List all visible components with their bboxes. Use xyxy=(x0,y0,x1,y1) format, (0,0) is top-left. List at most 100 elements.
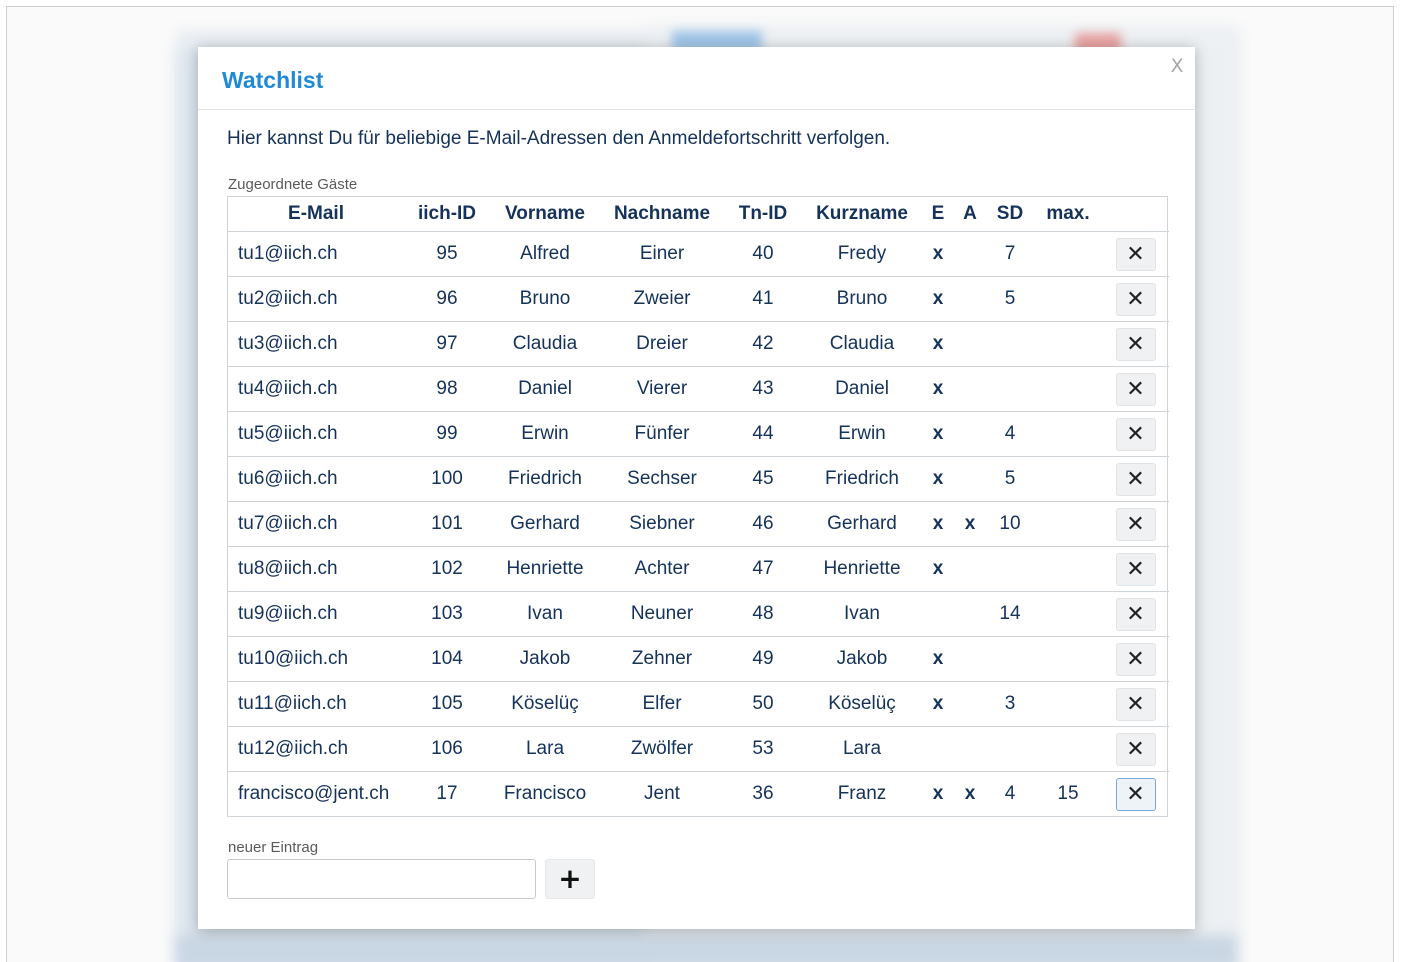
remove-row-button[interactable]: ✕ xyxy=(1115,327,1156,361)
assigned-guests-label: Zugeordnete Gäste xyxy=(228,176,358,193)
remove-row-button[interactable]: ✕ xyxy=(1115,777,1156,811)
table-row: tu8@iich.ch 102 Henriette Achter 47 Henriette… xyxy=(228,546,1169,592)
cell-actions: ✕ xyxy=(1102,546,1169,592)
cell-email: tu1@iich.ch xyxy=(228,231,404,277)
cell-iich-id: 106 xyxy=(404,726,490,772)
cell-vorname: Erwin xyxy=(490,411,600,457)
cell-email: tu7@iich.ch xyxy=(228,501,404,547)
cell-tn-id: 45 xyxy=(724,456,802,502)
cell-nachname: Sechser xyxy=(600,456,724,502)
cell-actions: ✕ xyxy=(1102,636,1169,682)
cell-a-flag: x xyxy=(964,783,976,804)
remove-row-button[interactable]: ✕ xyxy=(1115,372,1156,406)
cell-kurzname: Köselüç xyxy=(802,681,922,727)
remove-row-button[interactable]: ✕ xyxy=(1115,597,1156,631)
cell-sd: 5 xyxy=(986,456,1034,502)
cell-kurzname: Claudia xyxy=(802,321,922,367)
cell-tn-id: 43 xyxy=(724,366,802,412)
header-max: max. xyxy=(1034,197,1102,232)
new-entry-input[interactable] xyxy=(227,859,536,899)
cell-actions: ✕ xyxy=(1102,231,1169,277)
cell-sd xyxy=(986,366,1034,412)
cell-a-flag xyxy=(954,681,986,727)
cell-sd: 3 xyxy=(986,681,1034,727)
cell-nachname: Vierer xyxy=(600,366,724,412)
remove-row-button[interactable]: ✕ xyxy=(1115,282,1156,316)
cell-vorname: Ivan xyxy=(490,591,600,637)
dialog-title: Watchlist xyxy=(222,67,324,93)
add-entry-button[interactable]: + xyxy=(545,859,595,899)
cell-tn-id: 49 xyxy=(724,636,802,682)
cell-email: francisco@jent.ch xyxy=(238,783,390,804)
guests-table: E-Mail iich-ID Vorname Nachname Tn-ID Kurznam… xyxy=(227,196,1169,817)
cell-actions: ✕ xyxy=(1102,681,1169,727)
cell-nachname: Einer xyxy=(600,231,724,277)
cell-actions: ✕ xyxy=(1102,321,1169,367)
cell-vorname: Gerhard xyxy=(490,501,600,547)
cell-nachname: Neuner xyxy=(600,591,724,637)
cell-e-flag: x xyxy=(922,366,954,412)
cell-kurzname: Daniel xyxy=(802,366,922,412)
remove-row-button[interactable]: ✕ xyxy=(1115,237,1156,271)
cell-vorname: Jakob xyxy=(490,636,600,682)
cell-kurzname: Ivan xyxy=(802,591,922,637)
dialog-header: Watchlist X xyxy=(198,47,1195,110)
cell-e-flag xyxy=(922,591,954,637)
cell-iich-id: 99 xyxy=(404,411,490,457)
cell-email: tu2@iich.ch xyxy=(228,276,404,322)
cell-tn-id: 42 xyxy=(724,321,802,367)
cell-max: 15 xyxy=(1057,783,1079,804)
cell-e-flag: x xyxy=(922,411,954,457)
table-row: tu9@iich.ch 103 Ivan Neuner 48 Ivan 14 ✕ xyxy=(228,591,1169,637)
remove-row-button[interactable]: ✕ xyxy=(1115,552,1156,586)
cell-a-flag xyxy=(954,411,986,457)
cell-iich-id: 17 xyxy=(436,783,458,804)
cell-email: tu6@iich.ch xyxy=(228,456,404,502)
cell-sd: 7 xyxy=(986,231,1034,277)
cell-nachname: Zehner xyxy=(600,636,724,682)
cell-max xyxy=(1034,321,1102,367)
cell-e-flag: x xyxy=(922,276,954,322)
cell-actions: ✕ xyxy=(1102,501,1169,547)
header-email: E-Mail xyxy=(228,197,404,232)
cell-actions: ✕ xyxy=(1102,726,1169,772)
cell-sd: 10 xyxy=(986,501,1034,547)
cell-tn-id: 41 xyxy=(724,276,802,322)
remove-row-button[interactable]: ✕ xyxy=(1115,507,1156,541)
cell-actions: ✕ xyxy=(1102,411,1169,457)
remove-row-button[interactable]: ✕ xyxy=(1115,642,1156,676)
remove-row-button[interactable]: ✕ xyxy=(1115,417,1156,451)
cell-tn-id: 47 xyxy=(724,546,802,592)
cell-tn-id: 50 xyxy=(724,681,802,727)
cell-a-flag xyxy=(954,591,986,637)
cell-e-flag: x xyxy=(922,231,954,277)
cell-a-flag xyxy=(954,276,986,322)
cell-e-flag: x xyxy=(922,321,954,367)
close-button[interactable]: X xyxy=(1167,55,1187,77)
cell-actions: ✕ xyxy=(1102,276,1169,322)
cell-vorname: Bruno xyxy=(490,276,600,322)
cell-max xyxy=(1034,681,1102,727)
cell-email: tu5@iich.ch xyxy=(228,411,404,457)
cell-sd: 4 xyxy=(1004,783,1016,804)
table-row: francisco@jent.ch 17 Francisco Jent 36 Franz x… xyxy=(228,772,1169,817)
header-sd: SD xyxy=(986,197,1034,232)
page-backdrop-bottom xyxy=(177,935,1237,962)
cell-vorname: Alfred xyxy=(490,231,600,277)
header-tn-id: Tn-ID xyxy=(724,197,802,232)
remove-row-button[interactable]: ✕ xyxy=(1115,462,1156,496)
remove-row-button[interactable]: ✕ xyxy=(1115,732,1156,766)
cell-max xyxy=(1034,276,1102,322)
cell-sd xyxy=(986,546,1034,592)
cell-nachname: Achter xyxy=(600,546,724,592)
cell-max xyxy=(1034,366,1102,412)
remove-row-button[interactable]: ✕ xyxy=(1115,687,1156,721)
cell-sd xyxy=(986,321,1034,367)
cell-sd xyxy=(986,726,1034,772)
cell-nachname: Zweier xyxy=(600,276,724,322)
cell-kurzname: Friedrich xyxy=(802,456,922,502)
cell-iich-id: 100 xyxy=(404,456,490,502)
cell-iich-id: 105 xyxy=(404,681,490,727)
cell-vorname: Claudia xyxy=(490,321,600,367)
cell-max xyxy=(1034,501,1102,547)
